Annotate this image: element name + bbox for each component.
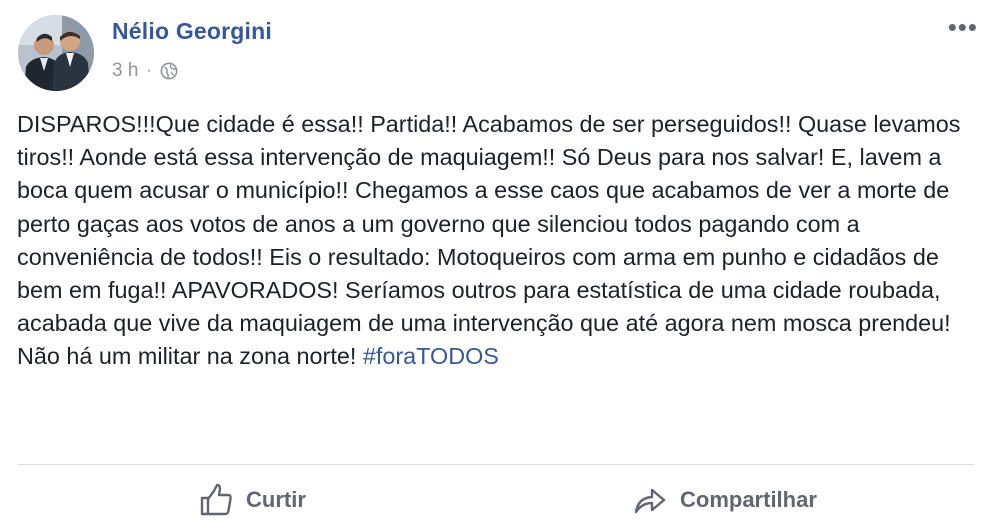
post-timestamp[interactable]: 3 h — [112, 60, 138, 82]
like-button[interactable]: Curtir — [198, 478, 306, 522]
share-label: Compartilhar — [680, 487, 817, 512]
post-meta: 3 h · — [112, 60, 178, 82]
avatar[interactable] — [18, 15, 94, 91]
share-button[interactable]: Compartilhar — [632, 478, 817, 522]
share-arrow-icon — [634, 488, 666, 514]
author-name[interactable]: Nélio Georgini — [112, 18, 272, 45]
divider — [18, 464, 974, 465]
thumbs-up-icon — [200, 483, 232, 516]
facebook-post: Nélio Georgini 3 h · ••• DISPAROS!!!Que … — [0, 0, 1000, 530]
globe-icon[interactable] — [160, 62, 178, 80]
like-label: Curtir — [246, 487, 306, 512]
post-text: DISPAROS!!!Que cidade é essa!! Partida!!… — [17, 111, 961, 370]
hashtag-link[interactable]: #foraTODOS — [363, 343, 499, 369]
more-options-icon[interactable]: ••• — [948, 14, 978, 40]
avatar-photo — [18, 15, 94, 91]
post-body: DISPAROS!!!Que cidade é essa!! Partida!!… — [17, 108, 983, 374]
meta-separator: · — [146, 62, 152, 79]
